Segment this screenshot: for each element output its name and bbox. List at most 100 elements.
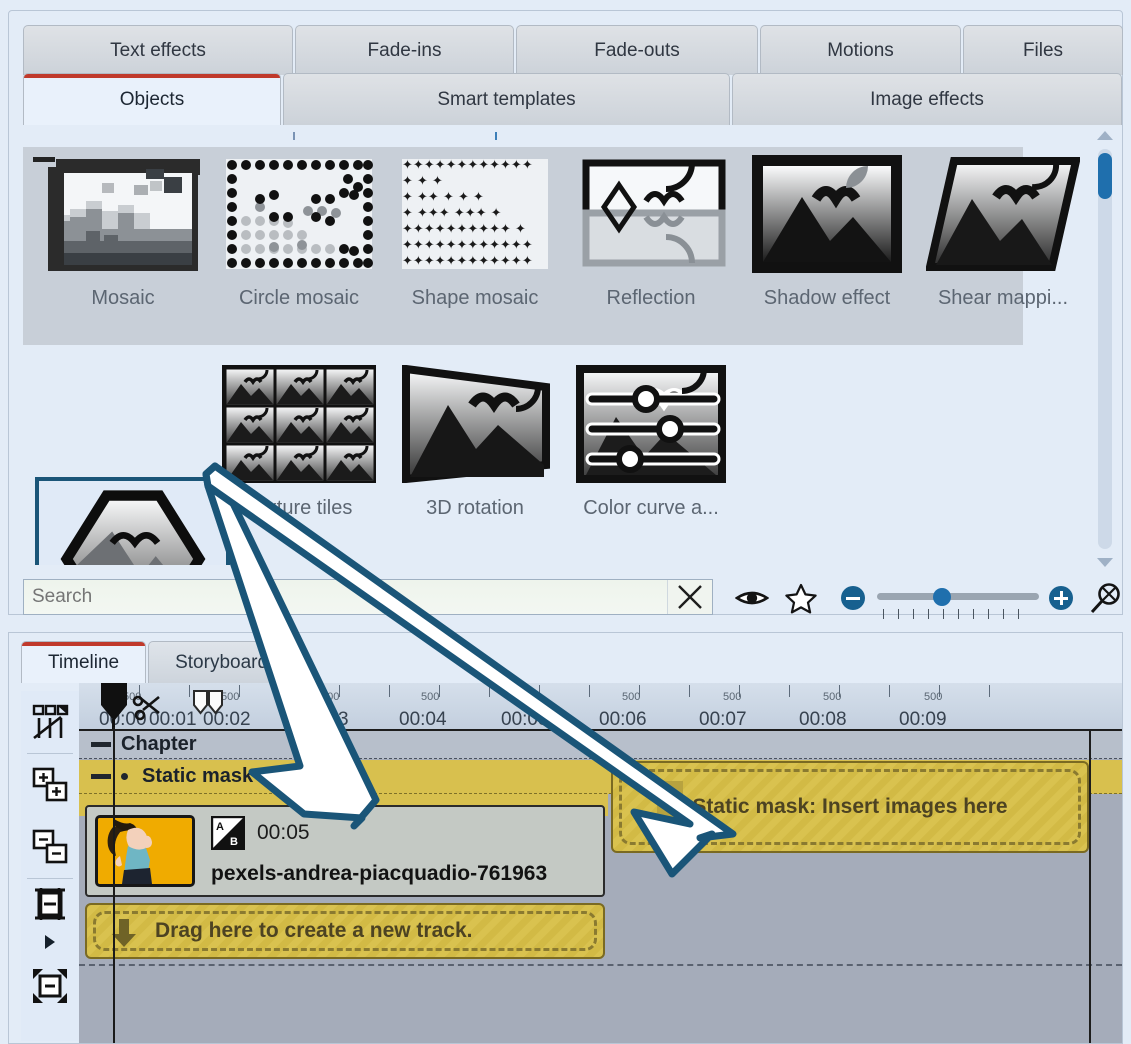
zoom-slider-ticks xyxy=(883,609,1033,621)
eye-icon xyxy=(735,591,769,605)
slider-knob[interactable] xyxy=(933,588,951,606)
search-box[interactable] xyxy=(23,579,713,615)
scrollbar-track[interactable] xyxy=(1098,149,1112,549)
effect-label: Color curve a... xyxy=(583,497,719,519)
effect-item-texture-tiles[interactable]: Texture tiles xyxy=(211,365,387,520)
effect-item-static-mask[interactable]: Static mask xyxy=(35,477,230,565)
timeline-panel: Timeline Storyboard 500 500 500 500 500 … xyxy=(8,632,1123,1044)
timeline-right-edge xyxy=(1089,729,1091,1043)
app-root: Text effects Fade-ins Fade-outs Motions … xyxy=(0,0,1131,1044)
object-mode-button[interactable] xyxy=(21,691,79,753)
dropzone-label: Static mask: Insert images here xyxy=(692,795,1008,818)
tab-text-effects[interactable]: Text effects xyxy=(23,25,293,75)
tab-objects[interactable]: Objects xyxy=(23,73,281,125)
scissors-icon[interactable] xyxy=(131,689,167,725)
clear-x-icon xyxy=(678,585,702,609)
timeline-ruler[interactable]: 500 500 500 500 500 500 500 500 500 00:0… xyxy=(79,683,1122,733)
tab-label: Motions xyxy=(827,39,894,61)
magnifier-reset-icon xyxy=(1090,583,1120,614)
ruler-label: 00:09 xyxy=(899,709,947,730)
ruler-minor-label: 500 xyxy=(522,691,541,703)
search-input[interactable] xyxy=(24,585,667,609)
ruler-label: 00:05 xyxy=(501,709,549,730)
object-mode-icon xyxy=(32,704,69,740)
tab-image-effects[interactable]: Image effects xyxy=(732,73,1122,125)
color-curve-thumb xyxy=(574,365,728,483)
play-triangle-icon xyxy=(45,935,55,949)
ruler-label: 00:06 xyxy=(599,709,647,730)
fit-track-height-icon xyxy=(35,888,65,920)
tab-label: Fade-ins xyxy=(367,39,442,61)
dropzone-static-mask[interactable]: Static mask: Insert images here xyxy=(611,761,1089,853)
tab-label: Storyboard xyxy=(175,651,269,673)
playhead-line xyxy=(113,727,115,1043)
tab-label: Objects xyxy=(119,88,185,110)
zoom-slider[interactable] xyxy=(877,587,1039,607)
clip-filename: pexels-andrea-piacquadio-761963 xyxy=(211,862,548,885)
effect-item-3d-rotation[interactable]: 3D rotation xyxy=(387,364,563,520)
tab-label: Smart templates xyxy=(437,88,576,110)
add-track-icon xyxy=(32,767,68,802)
ruler-minor-label: 500 xyxy=(924,691,943,703)
slider-track[interactable] xyxy=(877,593,1039,600)
zoom-in-button[interactable] xyxy=(1049,586,1073,610)
timeline-clip[interactable]: A B 00:05 pexels-andrea-piacquadio-76196… xyxy=(85,805,605,897)
reset-zoom-button[interactable] xyxy=(1083,581,1127,617)
tab-storyboard[interactable]: Storyboard xyxy=(148,641,296,683)
fit-track-height-button[interactable] xyxy=(21,879,79,929)
add-track-button[interactable] xyxy=(21,754,79,816)
dropzone-new-track[interactable]: Drag here to create a new track. xyxy=(85,903,605,959)
track-name: Static mask xyxy=(142,765,254,787)
tab-timeline[interactable]: Timeline xyxy=(21,641,147,683)
tab-label: Timeline xyxy=(48,651,120,673)
expand-all-button[interactable] xyxy=(21,955,79,1017)
texture-tiles-thumb xyxy=(222,365,377,484)
ruler-label: 00:03 xyxy=(301,709,349,730)
ruler-minor-label: 500 xyxy=(723,691,742,703)
collapse-icon[interactable] xyxy=(91,774,111,779)
dropzone-label: Drag here to create a new track. xyxy=(155,919,473,942)
effects-scrollbar[interactable] xyxy=(1092,127,1118,571)
zoom-out-button[interactable] xyxy=(841,586,865,610)
effect-label: Texture tiles xyxy=(245,497,353,519)
ruler-minor-label: 500 xyxy=(622,691,641,703)
tab-row-primary: Text effects Fade-ins Fade-outs Motions … xyxy=(23,25,1125,75)
expand-toolbar-button[interactable] xyxy=(21,929,79,955)
timeline-canvas[interactable]: 500 500 500 500 500 500 500 500 500 00:0… xyxy=(79,683,1122,1043)
svg-text:B: B xyxy=(230,836,238,848)
tab-label: Fade-outs xyxy=(594,39,680,61)
tab-files[interactable]: Files xyxy=(963,25,1123,75)
effect-label: 3D rotation xyxy=(426,497,524,519)
tab-label: Image effects xyxy=(870,88,984,110)
scroll-up-icon[interactable] xyxy=(1097,131,1113,140)
scrollbar-thumb[interactable] xyxy=(1098,153,1112,199)
static-mask-thumb xyxy=(39,489,226,565)
ruler-label: 00:08 xyxy=(799,709,847,730)
clear-search-button[interactable] xyxy=(667,580,712,614)
scroll-down-icon[interactable] xyxy=(1097,558,1113,567)
timeline-toolbar xyxy=(21,691,80,1041)
preview-toggle-button[interactable] xyxy=(731,581,773,615)
effect-item-color-curve[interactable]: Color curve a... xyxy=(563,365,739,520)
tab-motions[interactable]: Motions xyxy=(760,25,961,75)
collapse-icon[interactable] xyxy=(91,742,111,747)
remove-track-button[interactable] xyxy=(21,816,79,878)
star-icon xyxy=(785,583,817,613)
ruler-minor-label: 500 xyxy=(321,691,340,703)
svg-text:A: A xyxy=(216,821,224,833)
track-header-chapter[interactable]: Chapter xyxy=(79,729,1122,759)
track-status-dot xyxy=(121,773,128,780)
track-name: Chapter xyxy=(121,733,197,755)
playhead[interactable] xyxy=(97,683,131,733)
tab-smart-templates[interactable]: Smart templates xyxy=(283,73,730,125)
tab-fade-ins[interactable]: Fade-ins xyxy=(295,25,514,75)
effects-grid: Mosaic Circle mosaic ✦✦✦✦✦✦✦✦✦✦✦✦ ✦ ✦ ✦ … xyxy=(23,125,1108,565)
tab-fade-outs[interactable]: Fade-outs xyxy=(516,25,758,75)
ruler-label: 00:07 xyxy=(699,709,747,730)
ruler-minor-label: 500 xyxy=(823,691,842,703)
tab-label: Files xyxy=(1022,39,1064,61)
favorites-button[interactable] xyxy=(780,581,822,615)
expand-all-icon xyxy=(33,969,67,1003)
timeline-tabs: Timeline Storyboard xyxy=(21,641,297,683)
range-marker-icon[interactable] xyxy=(191,689,227,717)
